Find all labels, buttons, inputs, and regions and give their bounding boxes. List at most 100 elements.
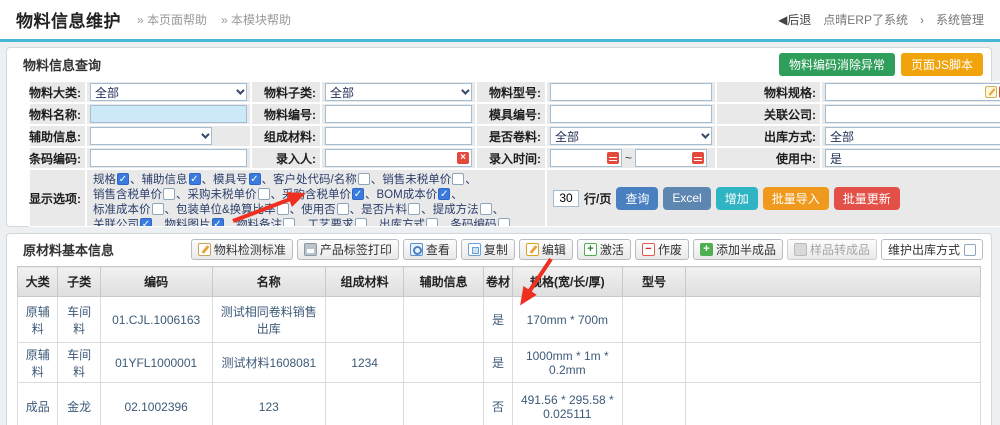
display-option-label: 物料备注 (236, 219, 282, 227)
column-header: 型号 (622, 267, 686, 297)
toolbar-edit-button[interactable]: 编辑 (519, 239, 573, 260)
component-material-input[interactable] (325, 127, 472, 145)
chevron-down-icon (461, 86, 469, 94)
table-cell: 是 (484, 343, 513, 383)
label-code: 物料编号: (251, 103, 321, 125)
display-option-label: 提成方法 (433, 204, 479, 216)
label-barcode: 条码编码: (29, 147, 86, 169)
toolbar-button-label: 添加半成品 (716, 241, 776, 258)
display-option-checkbox[interactable] (337, 203, 349, 215)
entry-time-from-input[interactable] (553, 151, 605, 165)
materials-panel-title: 原材料基本信息 (23, 240, 114, 259)
page-size-input[interactable] (553, 190, 579, 207)
toolbar-view-button[interactable]: 查看 (403, 239, 457, 260)
display-option-checkbox[interactable] (163, 188, 175, 200)
in-use-select[interactable]: 是 (825, 149, 1000, 167)
toolbar-edit-std-button[interactable]: 物料检测标准 (191, 239, 293, 260)
company-input[interactable] (825, 105, 1000, 123)
mold-code-input[interactable] (550, 105, 712, 123)
display-option-checkbox[interactable] (277, 203, 289, 215)
table-cell: 成品 (18, 383, 58, 425)
breadcrumb: ◀后退 点晴ERP了系统 › 系统管理 (778, 11, 984, 28)
display-option-checkbox[interactable] (249, 173, 261, 185)
breadcrumb-system[interactable]: 点晴ERP了系统 (823, 11, 908, 28)
aux-info-select[interactable] (90, 127, 212, 145)
display-option-checkbox[interactable] (189, 173, 201, 185)
display-options-list: 规格、辅助信息、模具号、客户处代码/名称、销售未税单价、销售含税单价、采购未税单… (86, 169, 546, 227)
help-links: » 本页面帮助 » 本模块帮助 (137, 11, 291, 28)
display-option-checkbox[interactable] (283, 218, 295, 227)
display-option-checkbox[interactable] (352, 188, 364, 200)
entry-person-input[interactable] (328, 151, 455, 165)
calendar-icon[interactable] (692, 152, 704, 164)
maintain-out-method-checkbox[interactable] (964, 244, 976, 256)
edit-icon (526, 243, 539, 256)
toolbar-void-button[interactable]: 作废 (635, 239, 689, 260)
display-option-checkbox[interactable] (117, 173, 129, 185)
clear-abnormal-code-button[interactable]: 物料编码消除异常 (779, 53, 895, 76)
module-help-link[interactable]: » 本模块帮助 (221, 11, 291, 28)
table-cell (622, 343, 686, 383)
page-js-button[interactable]: 页面JS脚本 (901, 53, 983, 76)
display-option-checkbox[interactable] (355, 218, 367, 227)
table-cell (686, 297, 981, 343)
breadcrumb-separator: › (920, 13, 924, 27)
display-option-checkbox[interactable] (452, 173, 464, 185)
label-is-roll: 是否卷料: (476, 125, 546, 147)
calendar-icon[interactable] (607, 152, 619, 164)
void-icon (642, 243, 655, 256)
display-option: 客户处代码/名称、 (273, 174, 382, 186)
display-option-checkbox[interactable] (498, 218, 510, 227)
display-option-label: 使用否 (301, 204, 336, 216)
display-option-checkbox[interactable] (438, 188, 450, 200)
batch-import-button[interactable]: 批量导入 (763, 187, 829, 210)
add-button[interactable]: 增加 (716, 187, 758, 210)
spec-input[interactable] (828, 85, 983, 99)
table-row[interactable]: 原辅料车间料01.CJL.1006163测试相同卷料销售出库是170mm * 7… (18, 297, 981, 343)
display-option: 规格、 (93, 174, 142, 186)
big-class-select[interactable]: 全部 (90, 83, 247, 101)
table-cell: 车间料 (58, 343, 100, 383)
display-option-label: BOM成本价 (377, 189, 438, 201)
material-code-input[interactable] (325, 105, 472, 123)
breadcrumb-section[interactable]: 系统管理 (936, 11, 984, 28)
display-option: 是否片料、 (361, 204, 433, 216)
excel-button[interactable]: Excel (663, 187, 710, 210)
search-button[interactable]: 查询 (616, 187, 658, 210)
barcode-input[interactable] (90, 149, 247, 167)
back-button[interactable]: ◀后退 (778, 11, 811, 28)
display-option-checkbox[interactable] (408, 203, 420, 215)
display-option-checkbox[interactable] (258, 188, 270, 200)
label-big-class: 物料大类: (29, 81, 86, 103)
toolbar-activate-button[interactable]: 激活 (577, 239, 631, 260)
sub-class-select[interactable]: 全部 (325, 83, 472, 101)
entry-time-to-input[interactable] (638, 151, 690, 165)
toolbar-print-button[interactable]: 产品标签打印 (297, 239, 399, 260)
toolbar-copy-button[interactable]: 复制 (461, 239, 515, 260)
maintain-out-method-toggle[interactable]: 维护出库方式 (881, 239, 983, 260)
out-method-select[interactable]: 全部 (825, 127, 1000, 145)
is-roll-select[interactable]: 全部 (550, 127, 712, 145)
display-option-checkbox[interactable] (426, 218, 438, 227)
model-input[interactable] (550, 83, 712, 101)
materials-panel-header: 原材料基本信息 物料检测标准产品标签打印查看复制编辑激活作废添加半成品样品转成品… (7, 234, 991, 263)
edit-std-icon (198, 243, 211, 256)
toolbar-add-button[interactable]: 添加半成品 (693, 239, 783, 260)
display-option-checkbox[interactable] (358, 173, 370, 185)
page-help-link[interactable]: » 本页面帮助 (137, 11, 207, 28)
display-option: 物料图片、 (165, 219, 237, 227)
batch-update-button[interactable]: 批量更新 (834, 187, 900, 210)
label-material: 组成材料: (251, 125, 321, 147)
table-cell (622, 297, 686, 343)
display-option-checkbox[interactable] (212, 218, 224, 227)
display-option-checkbox[interactable] (152, 203, 164, 215)
clear-icon[interactable] (457, 152, 469, 164)
note-edit-icon[interactable] (985, 86, 997, 98)
table-row[interactable]: 原辅料车间料01YFL1000001测试材料16080811234是1000mm… (18, 343, 981, 383)
label-entry-person: 录入人: (251, 147, 321, 169)
display-option-checkbox[interactable] (480, 203, 492, 215)
table-row[interactable]: 成品金龙02.1002396123否491.56 * 295.58 * 0.02… (18, 383, 981, 425)
display-option-checkbox[interactable] (140, 218, 152, 227)
material-name-input[interactable] (90, 105, 247, 123)
option-separator: 、 (421, 204, 433, 216)
